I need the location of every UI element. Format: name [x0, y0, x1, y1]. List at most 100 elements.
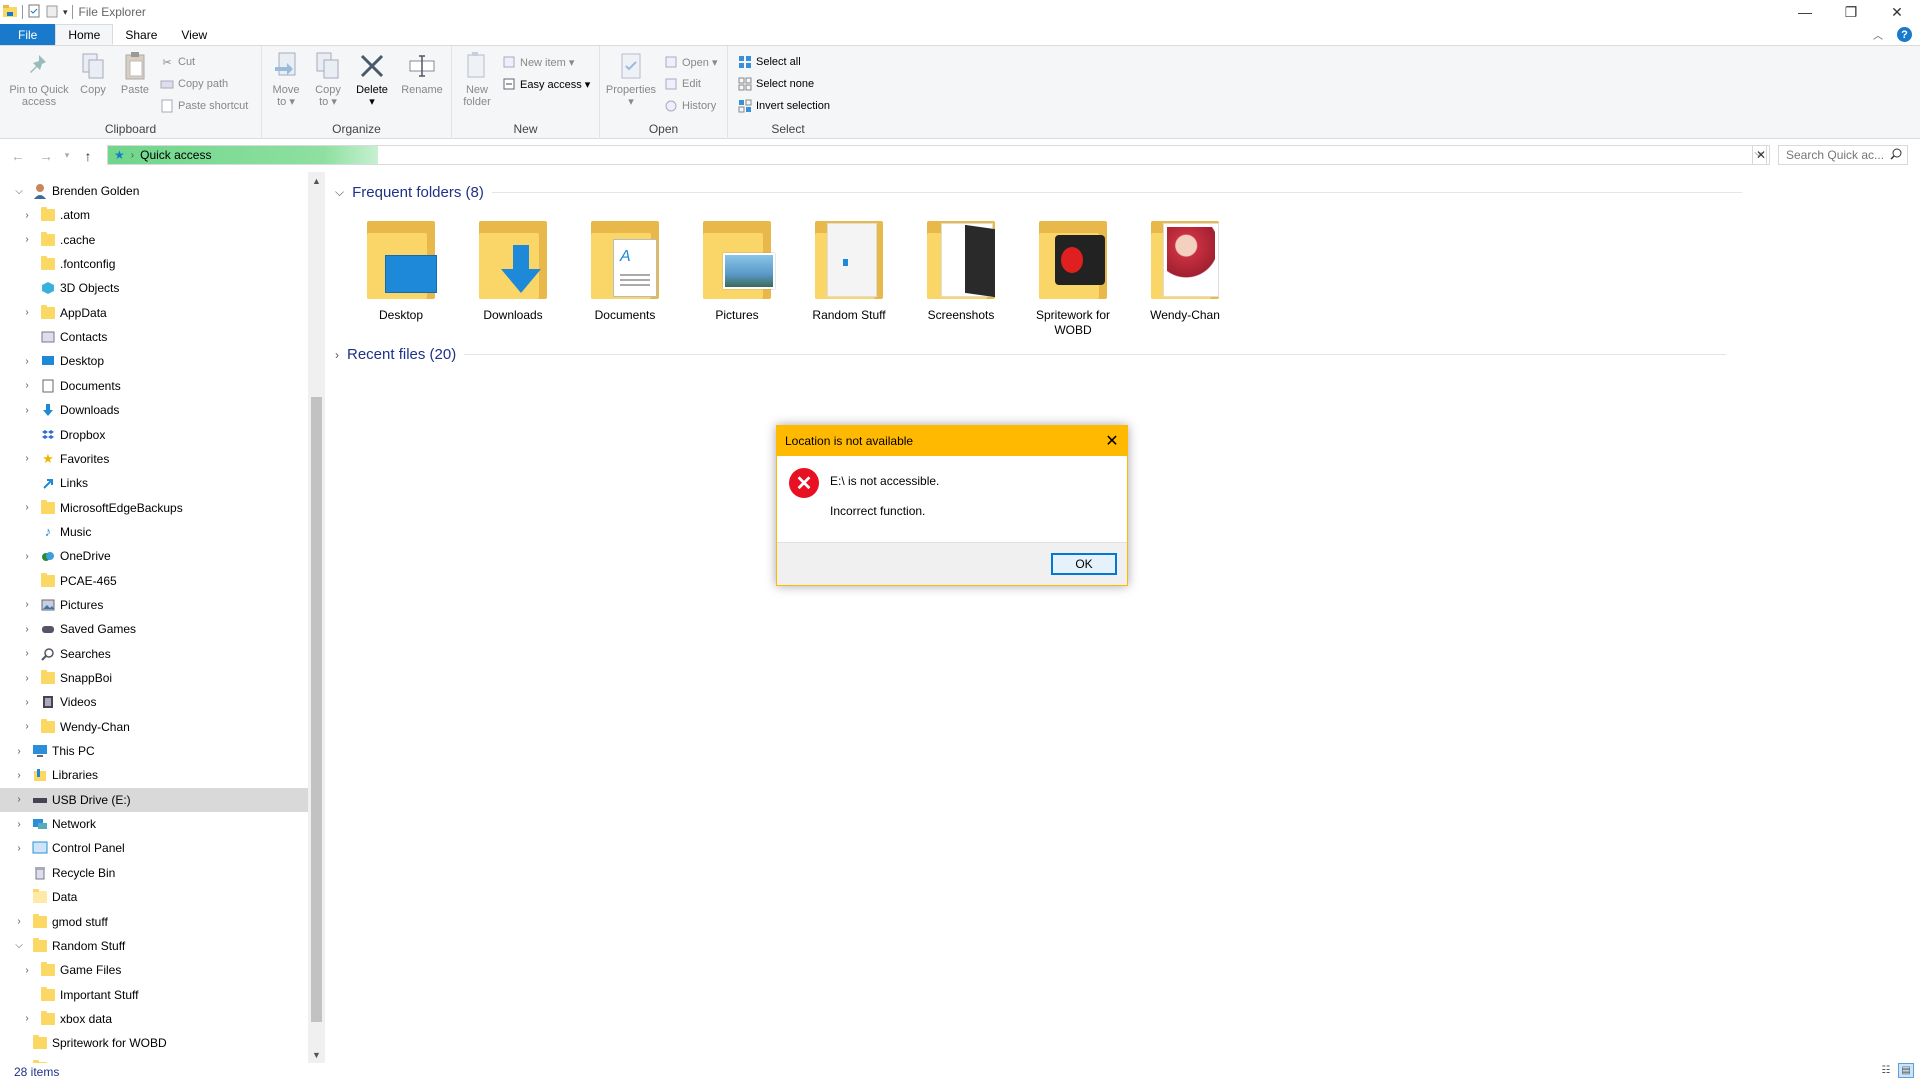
expanded-chevron-icon[interactable]: ⌵ — [14, 940, 24, 951]
collapsed-chevron-icon[interactable]: › — [22, 453, 32, 464]
collapsed-chevron-icon[interactable]: › — [22, 624, 32, 635]
breadcrumb-quick-access[interactable]: Quick access — [140, 148, 211, 162]
nav-item[interactable]: › MicrosoftEdgeBackups — [0, 496, 308, 520]
tab-file[interactable]: File — [0, 24, 56, 45]
nav-item[interactable]: Important Stuff — [0, 983, 308, 1007]
collapsed-chevron-icon[interactable]: › — [22, 234, 32, 245]
collapsed-chevron-icon[interactable]: › — [14, 794, 24, 805]
pin-quick-access-button[interactable]: Pin to Quick access — [6, 50, 72, 108]
collapsed-chevron-icon[interactable]: › — [22, 380, 32, 391]
nav-item[interactable]: ⌵ Brenden Golden — [0, 179, 308, 203]
nav-item[interactable]: .fontconfig — [0, 252, 308, 276]
tab-share[interactable]: Share — [113, 24, 169, 45]
minimize-ribbon-icon[interactable]: ︿ — [1873, 27, 1883, 42]
minimize-button[interactable]: — — [1782, 0, 1828, 24]
invert-selection-button[interactable]: Invert selection — [738, 98, 830, 114]
nav-item[interactable]: › gmod stuff — [0, 910, 308, 934]
open-button[interactable]: Open ▾ — [664, 54, 718, 70]
customize-qat-icon[interactable]: ▾ — [63, 7, 68, 18]
nav-item[interactable]: › .cache — [0, 228, 308, 252]
nav-item[interactable]: › Documents — [0, 374, 308, 398]
nav-item[interactable]: Links — [0, 471, 308, 495]
select-all-button[interactable]: Select all — [738, 54, 801, 70]
delete-button[interactable]: Delete ▾ — [352, 50, 392, 108]
nav-item[interactable]: › Saved Games — [0, 617, 308, 641]
collapsed-chevron-icon[interactable]: › — [22, 551, 32, 562]
expanded-chevron-icon[interactable]: ⌵ — [14, 186, 24, 197]
search-input[interactable]: Search Quick ac... — [1778, 145, 1908, 165]
forward-button[interactable]: → — [32, 148, 60, 164]
collapsed-chevron-icon[interactable]: › — [22, 210, 32, 221]
folder-tile[interactable]: Screenshots — [911, 217, 1011, 323]
scroll-up-icon[interactable]: ▲ — [308, 172, 325, 189]
nav-item[interactable]: Data — [0, 885, 308, 909]
paste-button[interactable]: Paste — [118, 50, 152, 96]
address-clear-button[interactable]: ✕ — [1752, 145, 1770, 165]
copy-button[interactable]: Copy — [76, 50, 110, 96]
tab-home[interactable]: Home — [55, 24, 114, 45]
restore-button[interactable]: ❐ — [1828, 0, 1874, 24]
paste-shortcut-button[interactable]: Paste shortcut — [160, 98, 248, 114]
properties-quick-icon[interactable] — [27, 4, 41, 21]
nav-item[interactable]: › xbox data — [0, 1007, 308, 1031]
folder-tile[interactable]: A Documents — [575, 217, 675, 323]
cut-button[interactable]: ✂ Cut — [160, 54, 195, 70]
copy-to-button[interactable]: Copy to ▾ — [310, 50, 346, 108]
dialog-close-icon[interactable]: ✕ — [1103, 432, 1121, 450]
nav-item[interactable]: › Control Panel — [0, 836, 308, 860]
collapsed-chevron-icon[interactable]: › — [14, 916, 24, 927]
scroll-thumb[interactable] — [311, 397, 322, 1022]
folder-tile[interactable]: Desktop — [351, 217, 451, 323]
folder-tile[interactable]: Downloads — [463, 217, 563, 323]
collapsed-chevron-icon[interactable]: › — [14, 746, 24, 757]
ok-button[interactable]: OK — [1051, 553, 1117, 575]
edit-button[interactable]: Edit — [664, 76, 701, 92]
nav-item[interactable]: ♪ Music — [0, 520, 308, 544]
properties-button[interactable]: Properties ▾ — [604, 50, 658, 108]
nav-item[interactable]: › Downloads — [0, 398, 308, 422]
nav-item[interactable]: › Network — [0, 812, 308, 836]
copy-path-button[interactable]: Copy path — [160, 76, 228, 92]
move-to-button[interactable]: Move to ▾ — [268, 50, 304, 108]
new-item-button[interactable]: New item ▾ — [502, 54, 574, 70]
nav-item[interactable]: Contacts — [0, 325, 308, 349]
easy-access-button[interactable]: Easy access ▾ — [502, 76, 590, 92]
collapsed-chevron-icon[interactable]: › — [14, 770, 24, 781]
collapsed-chevron-icon[interactable]: › — [22, 356, 32, 367]
collapsed-chevron-icon[interactable]: › — [22, 1013, 32, 1024]
rename-button[interactable]: Rename — [400, 50, 444, 96]
nav-item[interactable]: › Desktop — [0, 349, 308, 373]
up-button[interactable]: ↑ — [74, 148, 102, 164]
collapsed-chevron-icon[interactable]: › — [22, 965, 32, 976]
nav-item[interactable]: › OneDrive — [0, 544, 308, 568]
collapsed-chevron-icon[interactable]: › — [22, 502, 32, 513]
details-view-icon[interactable]: ☷ — [1878, 1063, 1894, 1078]
nav-item[interactable]: › This PC — [0, 739, 308, 763]
collapsed-chevron-icon[interactable]: › — [22, 307, 32, 318]
back-button[interactable]: ← — [4, 148, 32, 164]
nav-item[interactable]: › ★ Favorites — [0, 447, 308, 471]
collapsed-chevron-icon[interactable]: › — [22, 673, 32, 684]
scroll-down-icon[interactable]: ▼ — [308, 1046, 325, 1063]
frequent-folders-header[interactable]: ⌵ Frequent folders (8) — [335, 184, 1742, 201]
nav-item[interactable]: › USB Drive (E:) — [0, 787, 308, 812]
history-button[interactable]: History — [664, 98, 716, 114]
collapsed-chevron-icon[interactable]: › — [14, 819, 24, 830]
help-icon[interactable]: ? — [1897, 27, 1912, 42]
collapsed-chevron-icon[interactable]: › — [22, 697, 32, 708]
nav-item[interactable]: Dropbox — [0, 423, 308, 447]
nav-item[interactable]: › Videos — [0, 690, 308, 714]
folder-tile[interactable]: Wendy-Chan — [1135, 217, 1235, 323]
nav-item[interactable]: › Wendy-Chan — [0, 715, 308, 739]
collapsed-chevron-icon[interactable]: › — [22, 599, 32, 610]
folder-tile[interactable]: Random Stuff — [799, 217, 899, 323]
nav-scrollbar[interactable]: ▲ ▼ — [308, 172, 325, 1063]
nav-item[interactable]: ⌵ Random Stuff — [0, 934, 308, 958]
nav-item[interactable]: › Pictures — [0, 593, 308, 617]
nav-item[interactable]: › AppData — [0, 301, 308, 325]
nav-item[interactable]: Spritework for WOBD — [0, 1031, 308, 1055]
tab-view[interactable]: View — [169, 24, 219, 45]
nav-item[interactable]: › SnappBoi — [0, 666, 308, 690]
recent-files-header[interactable]: › Recent files (20) — [335, 346, 1727, 363]
new-folder-quick-icon[interactable] — [45, 4, 59, 21]
